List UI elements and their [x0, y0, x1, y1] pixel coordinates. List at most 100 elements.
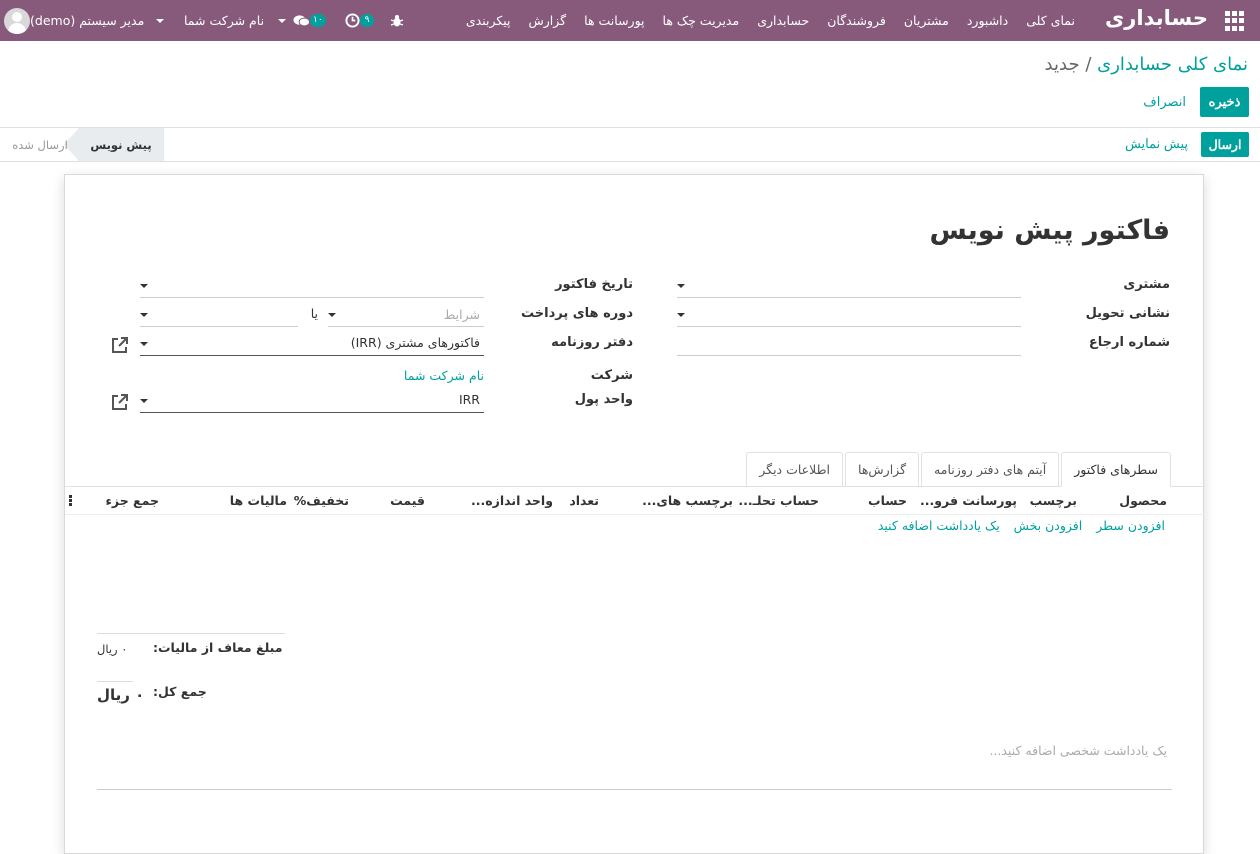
messages-menu[interactable]: ۱۰	[292, 0, 326, 41]
company-label: شرکت	[590, 368, 633, 383]
apps-menu-icon[interactable]	[1224, 11, 1244, 31]
optional-columns-icon[interactable]	[69, 495, 72, 507]
top-navbar: حسابداری نمای کلی داشبورد مشتریان فروشند…	[0, 0, 1260, 41]
payment-terms-placeholder: شرایط	[443, 307, 480, 322]
tab-other-info[interactable]: اطلاعات دیگر	[746, 452, 844, 486]
customer-label: مشتری	[1123, 277, 1170, 292]
row-actions: افزودن سطر افزودن بخش یک یادداشت اضافه ک…	[864, 518, 1165, 533]
stage-draft-label: پیش نویس	[90, 137, 152, 152]
chevron-down-icon	[328, 313, 336, 317]
add-section-link[interactable]: افزودن بخش	[1014, 518, 1083, 533]
menu-overview[interactable]: نمای کلی	[1017, 13, 1084, 28]
menu-commissions[interactable]: پورسانت ها	[575, 13, 653, 28]
menu-configuration[interactable]: پیکربندی	[457, 13, 520, 28]
comments-icon	[293, 14, 310, 26]
main-menu: نمای کلی داشبورد مشتریان فروشندگان حسابد…	[457, 0, 1084, 41]
col-commission[interactable]: پورسانت فرو...	[920, 493, 1017, 508]
chevron-down-icon	[156, 18, 165, 23]
journal-value: فاکتورهای مشتری (IRR)	[350, 335, 480, 350]
delivery-address-field[interactable]	[677, 303, 1021, 327]
stage-posted-label: ارسال شده	[12, 137, 68, 152]
breadcrumb-parent[interactable]: نمای کلی حسابداری	[1097, 54, 1248, 75]
menu-check-management[interactable]: مدیریت چک ها	[654, 13, 749, 28]
chevron-down-icon	[677, 284, 685, 288]
form-sheet: فاکتور پیش نویس مشتری نشانی تحویل شماره …	[64, 174, 1205, 854]
stage-posted[interactable]: ارسال شده	[0, 128, 80, 161]
activities-menu[interactable]: ۹	[344, 0, 374, 41]
invoice-date-field[interactable]	[140, 274, 484, 298]
preview-button[interactable]: پیش نمایش	[1125, 136, 1188, 152]
add-line-link[interactable]: افزودن سطر	[1096, 518, 1165, 533]
chevron-down-icon	[140, 313, 148, 317]
menu-vendors[interactable]: فروشندگان	[818, 13, 895, 28]
external-link-icon[interactable]	[110, 335, 130, 355]
invoice-title: فاکتور پیش نویس	[929, 215, 1170, 246]
stage-draft[interactable]: پیش نویس	[78, 128, 164, 161]
company-link[interactable]: نام شرکت شما	[404, 368, 484, 383]
untaxed-amount-value: ۰ ریال	[97, 642, 128, 656]
tab-invoice-lines[interactable]: سطرهای فاکتور	[1061, 452, 1171, 487]
avatar	[4, 7, 30, 34]
total-divider	[97, 681, 133, 682]
col-label[interactable]: برچسب	[1030, 493, 1077, 508]
add-note-link[interactable]: یک یادداشت اضافه کنید	[878, 518, 1000, 533]
clock-icon	[345, 13, 360, 28]
untaxed-amount-label: مبلغ معاف از مالیات:	[153, 640, 283, 655]
breadcrumb-current: جدید	[1044, 54, 1080, 75]
total-value: ۰ ریال	[97, 686, 145, 704]
send-button[interactable]: ارسال	[1201, 132, 1249, 157]
total-label: جمع کل:	[153, 684, 207, 699]
chevron-down-icon	[140, 284, 148, 288]
chevron-down-icon	[140, 342, 148, 346]
col-product[interactable]: محصول	[1119, 493, 1167, 508]
bug-icon	[390, 14, 404, 26]
reference-label: شماره ارجاع	[1088, 335, 1170, 350]
breadcrumb: نمای کلی حسابداری / جدید	[1045, 54, 1248, 75]
notebook-tabs: سطرهای فاکتور آیتم های دفتر روزنامه گزار…	[744, 452, 1171, 487]
journal-field[interactable]: فاکتورهای مشتری (IRR)	[140, 332, 484, 356]
col-subtotal[interactable]: جمع جزء	[106, 493, 159, 508]
user-name: مدیر سیستم (demo)	[30, 13, 145, 28]
invoice-date-label: تاریخ فاکتور	[555, 277, 633, 292]
currency-label: واحد پول	[574, 392, 633, 407]
company-switcher[interactable]: نام شرکت شما	[184, 0, 287, 41]
reference-field[interactable]	[677, 332, 1021, 356]
discard-button[interactable]: انصراف	[1143, 94, 1186, 110]
narration-underline	[97, 789, 1172, 790]
app-brand[interactable]: حسابداری	[1105, 6, 1208, 30]
payment-terms-label: دوره های پرداخت	[521, 306, 633, 321]
or-label: یا	[310, 306, 318, 321]
tab-journal-items[interactable]: آیتم های دفتر روزنامه	[921, 452, 1060, 486]
messages-count-badge: ۱۰	[310, 14, 326, 27]
col-analytic-account[interactable]: حساب تحلـ...	[738, 493, 819, 508]
chevron-down-icon	[140, 399, 148, 403]
tab-reports[interactable]: گزارش‌ها	[845, 452, 920, 486]
menu-customers[interactable]: مشتریان	[895, 13, 958, 28]
col-discount[interactable]: تخفیف%	[294, 493, 349, 508]
col-account[interactable]: حساب	[868, 493, 907, 508]
col-taxes[interactable]: مالیات ها	[230, 493, 287, 508]
due-date-field[interactable]	[140, 303, 298, 327]
debug-icon[interactable]	[390, 0, 404, 41]
chevron-down-icon	[677, 313, 685, 317]
customer-field[interactable]	[677, 274, 1021, 298]
save-button[interactable]: ذخیره	[1200, 87, 1249, 117]
col-uom[interactable]: واحد اندازه...	[471, 493, 553, 508]
payment-terms-field[interactable]: شرایط	[328, 303, 484, 327]
col-quantity[interactable]: تعداد	[569, 493, 599, 508]
user-menu[interactable]: مدیر سیستم (demo)	[4, 0, 165, 41]
menu-dashboard[interactable]: داشبورد	[958, 13, 1017, 28]
delivery-address-label: نشانی تحویل	[1085, 306, 1170, 321]
menu-reporting[interactable]: گزارش	[520, 13, 576, 28]
breadcrumb-separator: /	[1085, 54, 1092, 75]
col-price[interactable]: قیمت	[390, 493, 425, 508]
currency-field[interactable]: IRR	[140, 389, 484, 413]
col-analytic-tags[interactable]: برچسب های...	[642, 493, 733, 508]
menu-accounting[interactable]: حسابداری	[748, 13, 818, 28]
narration-field[interactable]: یک یادداشت شخصی اضافه کنید...	[989, 743, 1167, 758]
invoice-lines-header: محصول برچسب پورسانت فرو... حساب حساب تحل…	[65, 487, 1205, 515]
external-link-icon[interactable]	[110, 392, 130, 412]
journal-label: دفتر روزنامه	[551, 335, 633, 350]
status-bar: ارسال پیش نمایش پیش نویس ارسال شده	[0, 128, 1260, 162]
totals-divider	[97, 633, 285, 634]
